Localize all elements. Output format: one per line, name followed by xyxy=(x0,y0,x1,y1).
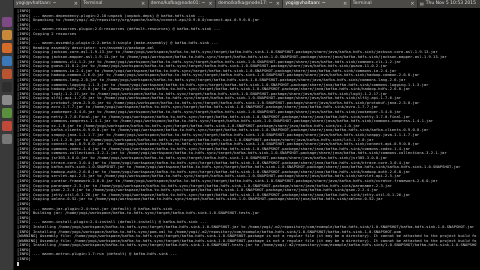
terminal-tab-label: yogi@vhaltaan: ~ xyxy=(285,1,326,6)
terminal-tab[interactable]: yogi@vhaltaan: ~ × xyxy=(14,0,82,8)
terminal-tab-label: demo/kafka@node17: ~ xyxy=(217,1,273,6)
close-tab-icon[interactable]: × xyxy=(73,0,78,8)
close-tab-icon[interactable]: × xyxy=(410,0,415,8)
terminal-tab-label: Terminal xyxy=(83,1,103,6)
close-tab-icon[interactable]: × xyxy=(343,0,348,8)
terminal-output[interactable]: [INFO] [INFO] --- maven-dependency-plugin… xyxy=(14,8,480,270)
terminal-tab[interactable]: demo/kafka@node01: ~ × xyxy=(148,0,216,8)
launcher-files-icon[interactable] xyxy=(1,30,12,40)
terminal-line: [INFO] xyxy=(17,257,31,262)
launcher-terminal-icon[interactable] xyxy=(1,82,12,92)
launcher-office-icon[interactable] xyxy=(1,56,12,66)
launcher-software-icon[interactable] xyxy=(1,69,12,79)
close-tab-icon[interactable]: × xyxy=(208,0,213,8)
terminal-tab[interactable]: yogi@vhaltaan: ~ × xyxy=(283,0,351,8)
terminal-tab[interactable]: demo/kafka@node17: ~ × xyxy=(215,0,284,8)
close-tab-icon[interactable]: × xyxy=(141,0,146,8)
terminal-tab-label: yogi@vhaltaan: ~ xyxy=(16,1,57,6)
close-tab-icon[interactable]: × xyxy=(275,0,280,8)
network-icon[interactable]: ▤ xyxy=(418,0,426,8)
launcher-settings-icon[interactable] xyxy=(1,95,12,105)
text-cursor xyxy=(17,261,19,266)
system-clock[interactable]: Thu Nov 5 10:53 2015 xyxy=(426,0,480,8)
unity-launcher xyxy=(0,0,14,270)
launcher-app2-icon[interactable] xyxy=(1,121,12,131)
launcher-trash-icon[interactable] xyxy=(1,134,12,144)
terminal-tab-bar: yogi@vhaltaan: ~ × Terminal × demo/kafka@nod… xyxy=(14,0,480,8)
terminal-tab-label: demo/kafka@node01: ~ xyxy=(150,1,206,6)
launcher-dash-icon[interactable] xyxy=(1,17,12,27)
launcher-app-icon[interactable] xyxy=(1,108,12,118)
terminal-line: [INFO] Installing /home/yogi/workspace/k… xyxy=(17,243,477,248)
terminal-tab-label: Terminal xyxy=(352,1,372,6)
desktop-screen: yogi@vhaltaan: ~ × Terminal × demo/kafka@nod… xyxy=(0,0,480,270)
launcher-browser-icon[interactable] xyxy=(1,43,12,53)
terminal-tab[interactable]: Terminal × xyxy=(350,0,418,8)
terminal-tab[interactable]: Terminal × xyxy=(81,0,149,8)
